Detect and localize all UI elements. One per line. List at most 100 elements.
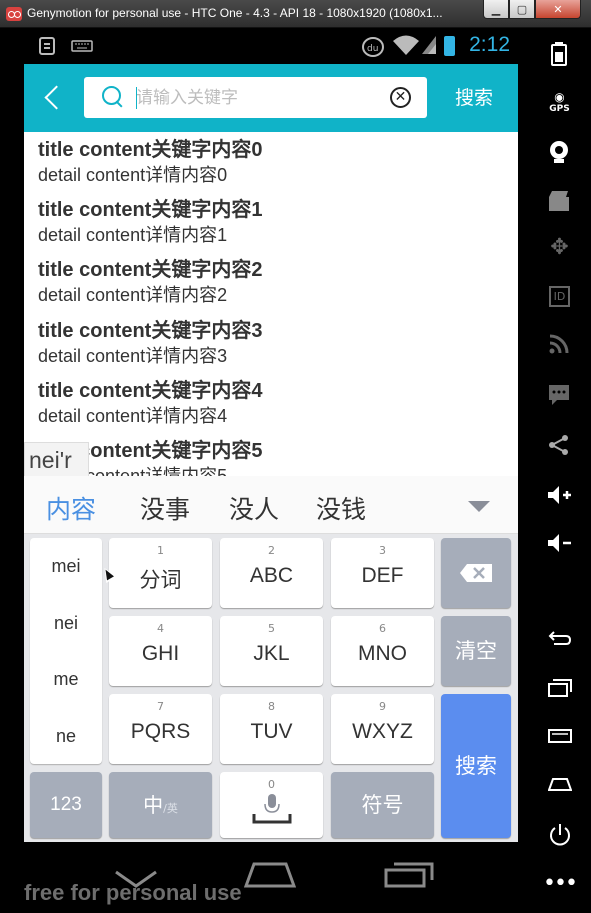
list-item[interactable]: title content关键字内容0 detail content详情内容0 [24,132,518,192]
candidate-item[interactable]: 内容 [46,490,96,526]
key-number: 7 [157,700,164,713]
pinyin-option[interactable]: ne [30,708,102,765]
key-label: JKL [253,642,290,665]
candidate-item[interactable]: 没人 [229,490,279,526]
key-7[interactable]: 7 PQRS [109,694,212,764]
result-detail: detail content详情内容4 [38,405,228,426]
clear-icon[interactable]: ✕ [390,87,411,108]
window-title: Genymotion for personal use - HTC One - … [27,6,443,20]
key-label: 分词 [139,569,182,592]
list-item[interactable]: title content关键字内容4 detail content详情内容4 [24,373,518,433]
ime-keyboard: 内容 没事 没人 没钱 mei nei me ne 1 分词 2 ABC 3 D… [24,476,518,842]
list-item[interactable]: title content关键字内容5 detail content详情内容5 [24,433,518,476]
more-icon[interactable]: ••• [528,871,591,896]
rotate-icon[interactable] [548,629,572,647]
window-close-button[interactable]: ✕ [535,0,581,19]
key-label: WXYZ [352,720,413,743]
wifi-icon [393,35,419,55]
rss-icon[interactable] [549,334,569,354]
key-number: 8 [268,700,275,713]
key-2[interactable]: 2 ABC [220,538,323,608]
key-number: 5 [268,622,275,635]
android-nav-bar: free for personal use [24,842,518,913]
key-number: 9 [379,700,386,713]
key-9[interactable]: 9 WXYZ [331,694,434,764]
genymotion-logo-icon [6,7,22,21]
backspace-icon [460,564,492,582]
volume-down-icon[interactable] [547,533,573,553]
svg-text:du: du [367,44,378,54]
dpad-icon[interactable]: ✥ [528,235,591,260]
media-icon[interactable] [548,190,570,212]
expand-candidates-icon[interactable] [468,501,490,512]
emulator-side-toolbar: ◉ GPS ✥ ID ••• [528,28,591,913]
backspace-key[interactable] [441,538,511,608]
key-6[interactable]: 6 MNO [331,616,434,686]
candidate-bar: 内容 没事 没人 没钱 [24,476,518,534]
pinyin-option[interactable]: mei [30,538,102,595]
language-switch-key[interactable]: 中/英 [109,772,212,838]
result-title: title content关键字内容3 [38,319,263,342]
result-title: title content关键字内容2 [38,259,263,282]
back-button[interactable] [38,80,66,116]
pinyin-option[interactable]: nei [30,595,102,652]
share-icon[interactable] [548,434,570,456]
space-key[interactable]: 0 [220,772,323,838]
pinyin-option[interactable]: me [30,651,102,708]
list-item[interactable]: title content关键字内容2 detail content详情内容2 [24,252,518,312]
pinyin-list: mei nei me ne [30,538,102,764]
candidate-item[interactable]: 没事 [140,490,190,526]
clear-key[interactable]: 清空 [441,616,511,686]
watermark-text: free for personal use [24,880,242,905]
window-titlebar: Genymotion for personal use - HTC One - … [0,0,591,28]
search-icon [102,86,126,110]
key-label: GHI [141,642,180,665]
recent-icon[interactable] [548,679,572,697]
numeric-key[interactable]: 123 [30,772,102,838]
home-icon[interactable] [548,777,572,791]
camera-icon[interactable] [548,140,570,164]
ime-search-key[interactable]: 搜索 [441,694,511,838]
signal-icon [422,36,436,54]
search-button[interactable]: 搜索 [444,83,504,113]
status-time: 2:12 [469,33,510,56]
battery-icon [444,36,455,56]
key-label: MNO [358,642,407,665]
result-list: title content关键字内容0 detail content详情内容0 … [24,132,518,476]
app-screen: ✕ 搜索 title content关键字内容0 detail content详… [24,64,518,842]
volume-up-icon[interactable] [547,485,573,505]
window-maximize-button[interactable]: ▢ [509,0,535,19]
baidu-icon: du [362,37,384,57]
result-detail: detail content详情内容1 [38,225,228,246]
id-icon[interactable]: ID [549,286,570,307]
battery-icon[interactable] [551,42,567,66]
key-4[interactable]: 4 GHI [109,616,212,686]
key-1[interactable]: 1 分词 [109,538,212,608]
search-input[interactable] [136,83,381,113]
list-item[interactable]: title content关键字内容3 detail content详情内容3 [24,313,518,373]
key-number: 3 [379,544,386,557]
recent-apps-nav-icon[interactable] [384,862,434,888]
result-title: title content关键字内容5 [38,439,263,462]
list-item[interactable]: title content关键字内容1 detail content详情内容1 [24,192,518,252]
key-5[interactable]: 5 JKL [220,616,323,686]
search-box[interactable]: ✕ [84,77,427,118]
gps-icon[interactable]: ◉ GPS [528,90,591,114]
gps-label: GPS [549,104,570,114]
sms-icon[interactable] [548,384,570,406]
home-nav-icon[interactable] [244,862,296,888]
key-number: 1 [157,544,164,557]
symbol-key[interactable]: 符号 [331,772,434,838]
key-8[interactable]: 8 TUV [220,694,323,764]
key-label: TUV [250,720,293,743]
result-detail: detail content详情内容5 [38,465,228,476]
candidate-item[interactable]: 没钱 [316,490,366,526]
window-minimize-button[interactable]: ▁ [483,0,509,19]
power-icon[interactable] [548,823,572,847]
keyboard-icon [71,40,93,52]
lang-main-label: 中 [143,793,164,817]
menu-icon[interactable] [548,729,572,743]
key-number: 6 [379,622,386,635]
key-3[interactable]: 3 DEF [331,538,434,608]
result-detail: detail content详情内容3 [38,345,228,366]
